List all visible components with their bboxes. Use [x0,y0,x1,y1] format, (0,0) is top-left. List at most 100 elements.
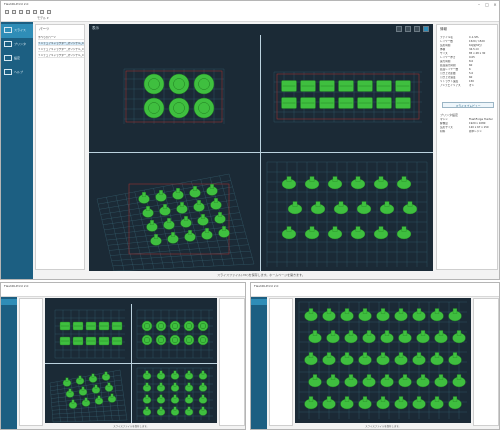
sidebar-item-slice[interactable] [251,299,267,305]
sidebar-item-settings[interactable] [1,313,17,319]
redo-icon[interactable] [33,10,37,14]
grid-line [228,173,255,265]
sidebar-item-settings[interactable] [251,313,267,319]
model-detail [159,370,163,375]
model-detail [384,374,390,380]
model-detail [398,352,404,358]
model-detail [384,330,390,336]
property-key: リトラクト速度 [440,80,459,83]
close-button[interactable]: × [491,1,499,8]
model-detail [315,201,321,207]
save-icon[interactable] [19,10,23,14]
model-detail [286,176,292,182]
model-detail [366,374,372,380]
model-detail [104,371,108,376]
model-detail [187,394,191,399]
open-file-icon[interactable] [12,10,16,14]
panel-title: パーツ [39,27,50,31]
property-key: マシン [440,118,448,121]
slice-preview-button[interactable]: スライスプレビュー [442,102,494,108]
model-detail [416,352,422,358]
list-item[interactable]: ミニチュアキャラクター_オリジナル_C - 2.stl [38,48,84,53]
model-detail [71,399,75,404]
model-detail [222,226,226,231]
settings-icon [4,55,12,61]
viewport[interactable] [45,298,217,423]
model-detail [65,377,69,382]
model-detail [344,352,350,358]
viewport[interactable] [295,298,471,423]
model-detail [163,204,167,209]
model-detail [434,308,440,314]
property-key: アンチエイリアス [440,84,461,87]
property-value: 120 x 67 x 150 [469,126,489,129]
model-detail [201,394,205,399]
sidebar-item-printer[interactable]: プリンタ [1,38,33,52]
model-detail [167,218,171,223]
model-part [141,320,153,332]
model-detail [184,216,188,221]
list-item[interactable]: すべてのパーツ [38,36,84,41]
property-value: 5.0 [469,72,474,75]
undo-icon[interactable] [26,10,30,14]
model-detail [434,352,440,358]
model-detail [91,373,95,378]
minimize-button[interactable]: – [475,1,483,8]
sidebar-item-label: ヘルプ [14,70,24,74]
sidebar-item-printer[interactable] [1,306,17,312]
property-key: 体積 [440,48,446,51]
model-part [169,334,181,346]
list-item[interactable]: ミニチュアキャラクター_オリジナル_C - 3.stl [38,54,84,59]
model-detail [452,308,458,314]
model-part [168,73,190,95]
model-detail [456,330,462,336]
model-detail [308,396,314,402]
list-item[interactable]: ミニチュアキャラクター_オリジナル_C - 1.stl [38,42,84,47]
toolbar [251,290,499,297]
viewport[interactable]: 表示 [89,24,433,271]
model-detail [434,396,440,402]
model-detail [110,393,114,398]
single-view-window: FlashDLPrint 2.0 スライスファイルを保存します。 [250,282,500,430]
model-detail [384,201,390,207]
model-detail [362,352,368,358]
property-value: 60 [469,64,473,67]
model-detail [378,226,384,232]
model-part [197,334,209,346]
model-detail [332,176,338,182]
model-detail [201,370,205,375]
toolbar [1,290,245,297]
model-detail [214,198,218,203]
model-detail [159,190,163,195]
property-key: 造形時間 [440,44,451,47]
model-detail [107,382,111,387]
new-file-icon[interactable] [5,10,9,14]
model-detail [81,386,85,391]
sidebar-item-help[interactable] [251,320,267,326]
delete-icon[interactable] [40,10,44,14]
settings-icon[interactable] [47,10,51,14]
sidebar-item-help[interactable]: ヘルプ [1,66,33,80]
sidebar-item-printer[interactable] [251,306,267,312]
model-render [298,301,467,419]
property-value: オン [469,84,475,87]
model-detail [380,352,386,358]
panel-title: 情報 [440,27,447,31]
model-detail [401,226,407,232]
grid-line [112,257,253,267]
sidebar-item-slice[interactable]: スライス [1,24,33,38]
model-detail [171,232,175,237]
sidebar-item-settings[interactable]: 設定 [1,52,33,66]
sidebar-item-help[interactable] [1,320,17,326]
property-key: レイヤー厚さ [440,56,456,59]
maximize-button[interactable]: □ [483,1,491,8]
model-tab[interactable]: モデル ▾ [37,16,48,20]
model-detail [308,308,314,314]
window-title: FlashDLPrint 2.0 [4,2,29,6]
property-key: 材料 [440,130,446,133]
property-row: 材料 標準レジン [440,130,496,134]
model-detail [292,201,298,207]
property-value: 60 [469,76,473,79]
sidebar-item-slice[interactable] [1,299,17,305]
printer-settings-heading: プリンタ設定 [440,113,459,117]
